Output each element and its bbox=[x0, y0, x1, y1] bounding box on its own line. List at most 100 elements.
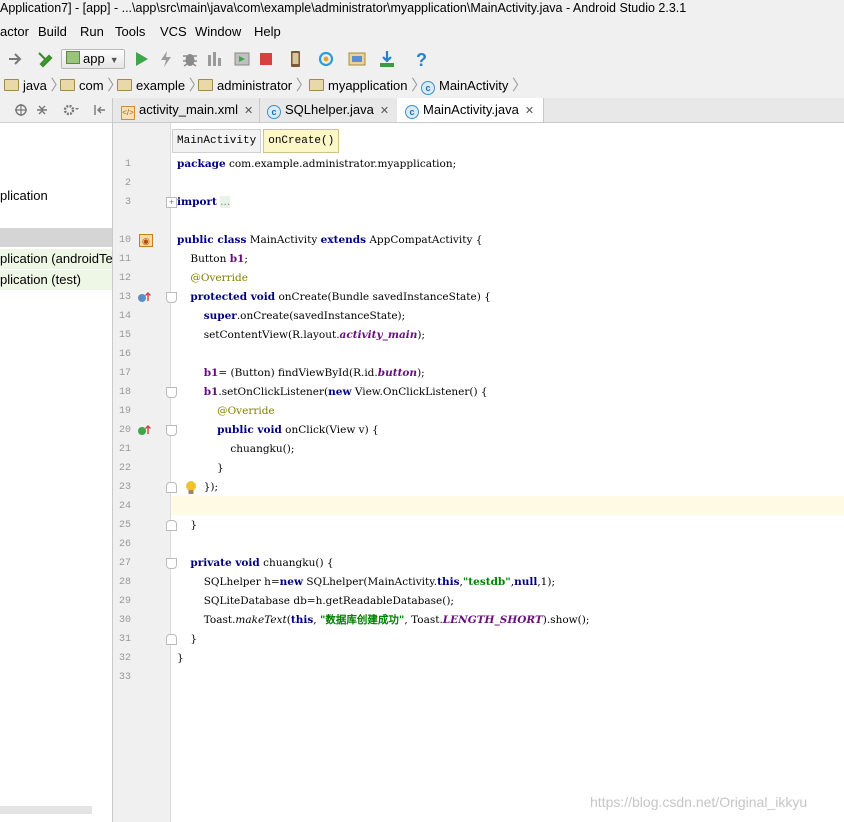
avd-manager-icon[interactable] bbox=[287, 50, 305, 68]
structure-crumb-method[interactable]: onCreate() bbox=[263, 129, 340, 153]
fold-expand-icon[interactable]: + bbox=[166, 197, 177, 208]
line-number: 19 bbox=[118, 406, 131, 417]
folder-icon bbox=[4, 79, 19, 91]
sync-gradle-icon[interactable] bbox=[317, 50, 335, 68]
tree-item-label: plication bbox=[0, 188, 48, 203]
tree-item-label: plication (androidTe bbox=[0, 251, 113, 266]
project-panel-toolbar bbox=[0, 98, 112, 123]
collapse-all-icon[interactable] bbox=[35, 103, 49, 117]
forward-icon[interactable] bbox=[6, 50, 24, 68]
make-project-icon[interactable] bbox=[36, 50, 54, 68]
line-number: 10 bbox=[118, 235, 131, 246]
debug-icon[interactable] bbox=[181, 50, 199, 68]
close-icon[interactable]: ✕ bbox=[380, 105, 389, 117]
window-title-bar: Application7] - [app] - ...\app\src\main… bbox=[0, 0, 844, 20]
implement-method-icon[interactable] bbox=[137, 424, 151, 437]
line-number: 30 bbox=[118, 615, 131, 626]
line-number: 21 bbox=[118, 444, 131, 455]
structure-crumb-class[interactable]: MainActivity bbox=[172, 129, 262, 153]
code-line: } bbox=[177, 462, 224, 474]
scroll-from-source-icon[interactable] bbox=[14, 103, 28, 117]
code-line: b1= (Button) findViewById(R.id.button); bbox=[203, 367, 425, 379]
fold-end-icon[interactable] bbox=[166, 520, 177, 531]
tab-sqlhelper-java[interactable]: c SQLhelper.java ✕ bbox=[259, 98, 398, 122]
code-line: setContentView(R.layout.activity_main); bbox=[177, 329, 426, 341]
fold-collapse-icon[interactable] bbox=[166, 558, 177, 569]
stop-icon[interactable] bbox=[257, 50, 275, 68]
line-number: 25 bbox=[118, 520, 131, 531]
fold-collapse-icon[interactable] bbox=[166, 292, 177, 303]
crumb-myapplication[interactable]: myapplication 〉 bbox=[309, 74, 426, 98]
menu-build[interactable]: Build bbox=[38, 20, 67, 44]
run-icon[interactable] bbox=[132, 50, 150, 68]
hide-panel-icon[interactable] bbox=[92, 103, 106, 117]
profile-icon[interactable] bbox=[233, 50, 251, 68]
tree-item-android-test[interactable]: plication (androidTe bbox=[0, 249, 113, 269]
code-line: SQLhelper h=new SQLhelper(MainActivity.t… bbox=[177, 576, 555, 588]
menu-refactor[interactable]: actor bbox=[0, 20, 29, 44]
fold-end-icon[interactable] bbox=[166, 634, 177, 645]
class-icon: c bbox=[421, 81, 435, 95]
folder-icon bbox=[60, 79, 75, 91]
override-method-icon[interactable] bbox=[137, 291, 151, 304]
run-config-label: app bbox=[83, 51, 105, 66]
code-line: } bbox=[177, 633, 198, 645]
layout-file-icon[interactable]: ◉ bbox=[139, 234, 153, 247]
code-line: protected void onCreate(Bundle savedInst… bbox=[190, 291, 491, 303]
tree-selected-row[interactable] bbox=[0, 228, 112, 247]
run-config-select[interactable]: app ▼ bbox=[61, 49, 125, 69]
menu-vcs[interactable]: VCS bbox=[160, 20, 187, 44]
close-icon[interactable]: ✕ bbox=[525, 105, 534, 117]
line-number: 2 bbox=[124, 178, 131, 189]
crumb-label: myapplication bbox=[328, 78, 408, 93]
line-number: 26 bbox=[118, 539, 131, 550]
line-number: 27 bbox=[118, 558, 131, 569]
crumb-label: example bbox=[136, 78, 186, 93]
tab-mainactivity-java[interactable]: c MainActivity.java ✕ bbox=[397, 98, 544, 122]
code-editor[interactable]: MainActivity onCreate() 1 2 3 10 11 12 13… bbox=[113, 123, 844, 822]
menu-help[interactable]: Help bbox=[254, 20, 281, 44]
tab-activity-main-xml[interactable]: </> activity_main.xml ✕ bbox=[113, 98, 260, 122]
code-line: } bbox=[177, 652, 184, 664]
code-line: @Override bbox=[190, 272, 248, 284]
fold-collapse-icon[interactable] bbox=[166, 425, 177, 436]
fold-collapse-icon[interactable] bbox=[166, 387, 177, 398]
line-number: 31 bbox=[118, 634, 131, 645]
crumb-mainactivity[interactable]: c MainActivity 〉 bbox=[421, 74, 527, 98]
crumb-java[interactable]: java 〉 bbox=[4, 74, 66, 98]
watermark: https://blog.csdn.net/Original_ikkyu bbox=[590, 794, 808, 810]
crumb-example[interactable]: example 〉 bbox=[117, 74, 204, 98]
menu-window[interactable]: Window bbox=[195, 20, 241, 44]
crumb-administrator[interactable]: administrator 〉 bbox=[198, 74, 311, 98]
crumb-com[interactable]: com 〉 bbox=[60, 74, 122, 98]
horizontal-scrollbar[interactable] bbox=[0, 806, 92, 814]
help-icon[interactable]: ? bbox=[412, 50, 430, 68]
close-icon[interactable]: ✕ bbox=[244, 105, 253, 117]
project-structure-icon[interactable] bbox=[348, 50, 366, 68]
code-line: public class MainActivity extends AppCom… bbox=[177, 234, 483, 246]
line-number: 18 bbox=[118, 387, 131, 398]
tab-label: activity_main.xml bbox=[139, 102, 238, 117]
menu-run[interactable]: Run bbox=[80, 20, 104, 44]
current-line-highlight bbox=[171, 496, 844, 515]
gear-icon[interactable] bbox=[63, 103, 79, 117]
line-number: 16 bbox=[118, 349, 131, 360]
menu-tools[interactable]: Tools bbox=[115, 20, 145, 44]
code-line: } bbox=[177, 519, 198, 531]
line-number: 28 bbox=[118, 577, 131, 588]
line-number: 33 bbox=[118, 672, 131, 683]
fold-end-icon[interactable] bbox=[166, 482, 177, 493]
line-number: 24 bbox=[118, 501, 131, 512]
chevron-down-icon: ▼ bbox=[109, 55, 119, 65]
code-line: chuangku(); bbox=[177, 443, 295, 455]
tree-item-main[interactable]: plication bbox=[0, 186, 48, 206]
line-number: 11 bbox=[118, 254, 131, 265]
sdk-manager-icon[interactable] bbox=[378, 50, 396, 68]
line-number: 1 bbox=[124, 159, 131, 170]
apply-changes-icon[interactable] bbox=[157, 50, 175, 68]
tree-item-test[interactable]: plication (test) bbox=[0, 270, 112, 290]
attach-debugger-icon[interactable] bbox=[206, 50, 224, 68]
chevron-right-icon: 〉 bbox=[511, 77, 527, 94]
code-line: SQLiteDatabase db=h.getReadableDatabase(… bbox=[177, 595, 454, 607]
crumb-label: java bbox=[23, 78, 47, 93]
